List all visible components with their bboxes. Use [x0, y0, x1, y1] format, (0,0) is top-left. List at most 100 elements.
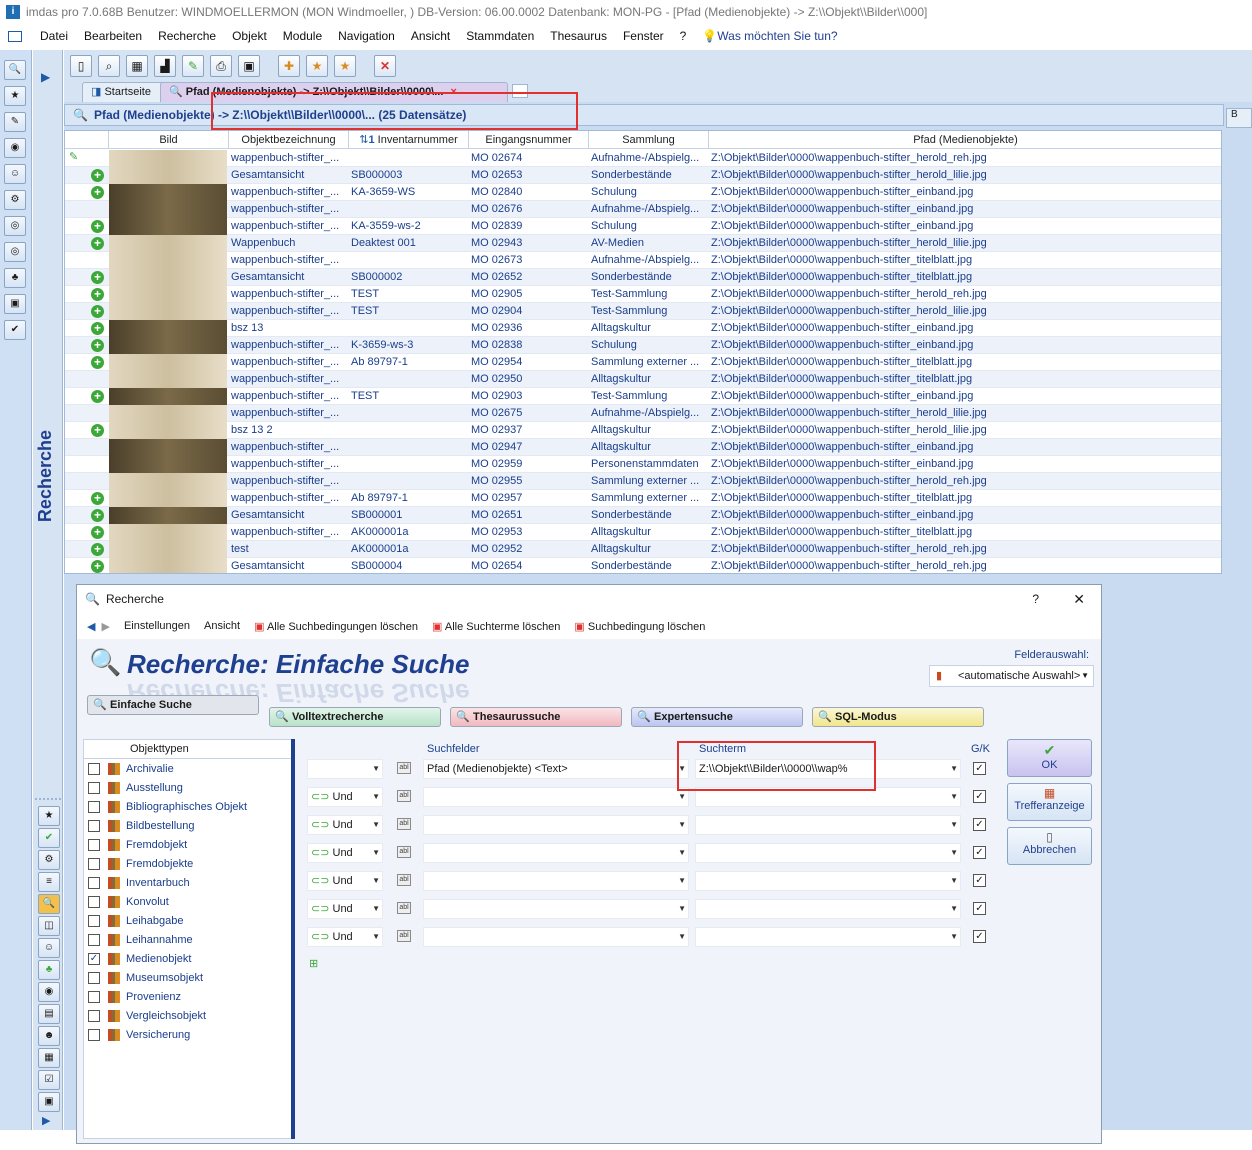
expand-plus-icon[interactable]: +	[91, 424, 104, 437]
object-type-checkbox[interactable]	[88, 972, 100, 984]
search-field-dropdown[interactable]: ▼	[423, 815, 689, 835]
checklist-icon[interactable]: ✔	[4, 320, 26, 340]
expand-plus-icon[interactable]: +	[91, 322, 104, 335]
back-icon[interactable]: ◀	[87, 620, 95, 633]
mode-thesaurussuche[interactable]: 🔍 Thesaurussuche	[450, 707, 622, 727]
object-type-checkbox[interactable]	[88, 782, 100, 794]
table-row[interactable]: + test AK000001a MO 02952 Alltagskultur Z:\Ob…	[65, 541, 1221, 558]
object-type-item[interactable]: Konvolut	[84, 893, 292, 912]
table-row[interactable]: wappenbuch-stifter_... MO 02947 Alltagskul…	[65, 439, 1221, 456]
new-icon[interactable]: ▯	[70, 55, 92, 77]
dialog-help-button[interactable]: ?	[1032, 592, 1039, 606]
document-icon[interactable]: ▦	[38, 1048, 60, 1068]
search-term-input[interactable]: Z:\\Objekt\\Bilder\\0000\\wap% ▼	[695, 759, 961, 779]
tab-result[interactable]: 🔍 Pfad (Medienobjekte) -> Z:\\Objekt\\Bi…	[160, 82, 508, 102]
users-icon[interactable]: ☺	[4, 164, 26, 184]
case-sensitive-checkbox[interactable]: ✓	[973, 874, 986, 887]
object-type-item[interactable]: Inventarbuch	[84, 874, 292, 893]
operator-dropdown[interactable]: ▼	[307, 759, 383, 779]
search-term-input[interactable]: ▼	[695, 871, 961, 891]
expand-plus-icon[interactable]: +	[91, 339, 104, 352]
field-type-icon[interactable]: abl	[397, 874, 411, 886]
field-type-icon[interactable]: abl	[397, 818, 411, 830]
col-header-eingangsnummer[interactable]: Eingangsnummer	[469, 131, 589, 149]
menu-datei[interactable]: Datei	[32, 29, 76, 43]
table-row[interactable]: + wappenbuch-stifter_... Ab 89797-1 MO 0295…	[65, 490, 1221, 507]
menu-thesaurus[interactable]: Thesaurus	[542, 29, 615, 43]
col-header-sammlung[interactable]: Sammlung	[589, 131, 709, 149]
field-selection-dropdown[interactable]: ▮ <automatische Auswahl> ▼	[929, 665, 1094, 687]
help-prompt[interactable]: 💡Was möchten Sie tun?	[694, 29, 845, 43]
field-type-icon[interactable]: abl	[397, 902, 411, 914]
expand-plus-icon[interactable]: +	[91, 271, 104, 284]
expand-plus-icon[interactable]: +	[91, 543, 104, 556]
object-type-item[interactable]: Leihannahme	[84, 931, 292, 950]
operator-dropdown[interactable]: ⊂⊃ Und ▼	[307, 871, 383, 891]
tab-startseite[interactable]: ◨ Startseite	[82, 82, 170, 102]
add-folder-icon[interactable]: ✚	[278, 55, 300, 77]
search-field-dropdown[interactable]: ▼	[423, 927, 689, 947]
search-term-input[interactable]: ▼	[695, 899, 961, 919]
expand-plus-icon[interactable]: +	[91, 169, 104, 182]
target-icon[interactable]: ◎	[4, 242, 26, 262]
table-row[interactable]: + bsz 13 MO 02936 Alltagskultur Z:\Objekt\Bi…	[65, 320, 1221, 337]
object-type-item[interactable]: Bildbestellung	[84, 817, 292, 836]
operator-dropdown[interactable]: ⊂⊃ Und ▼	[307, 843, 383, 863]
table-row[interactable]: wappenbuch-stifter_... MO 02950 Alltagskul…	[65, 371, 1221, 388]
image-icon[interactable]: ▣	[4, 294, 26, 314]
play-icon[interactable]: ▶	[42, 1114, 50, 1127]
expand-arrow-icon[interactable]: ▶	[41, 70, 50, 84]
delete-condition-button[interactable]: ▣ Suchbedingung löschen	[574, 620, 705, 633]
expand-plus-icon[interactable]: +	[91, 560, 104, 573]
table-row[interactable]: + Wappenbuch Deaktest 001 MO 02943 AV-Medien…	[65, 235, 1221, 252]
field-type-icon[interactable]: abl	[397, 790, 411, 802]
col-header-objektbezeichnung[interactable]: Objektbezeichnung	[229, 131, 349, 149]
object-type-item[interactable]: Vergleichsobjekt	[84, 1007, 292, 1026]
save-icon[interactable]: ▣	[238, 55, 260, 77]
expand-plus-icon[interactable]: +	[91, 220, 104, 233]
expand-plus-icon[interactable]: +	[91, 186, 104, 199]
table-row[interactable]: + wappenbuch-stifter_... Ab 89797-1 MO 0295…	[65, 354, 1221, 371]
object-type-checkbox[interactable]	[88, 858, 100, 870]
table-row[interactable]: wappenbuch-stifter_... MO 02959 Personenst…	[65, 456, 1221, 473]
object-type-item[interactable]: ✓ Medienobjekt	[84, 950, 292, 969]
edit-icon[interactable]: ✎	[4, 112, 26, 132]
ok-button[interactable]: ✔ OK	[1007, 739, 1092, 777]
folder-star-icon[interactable]: ★	[334, 55, 356, 77]
object-type-item[interactable]: Leihabgabe	[84, 912, 292, 931]
search-tool-icon[interactable]: ⌕	[98, 55, 120, 77]
menu-module[interactable]: Module	[275, 29, 330, 43]
mode-volltextrecherche[interactable]: 🔍 Volltextrecherche	[269, 707, 441, 727]
delete-icon[interactable]: ✕	[374, 55, 396, 77]
new-tab-icon[interactable]	[512, 84, 528, 98]
col-header-inventarnummer[interactable]: ⇅1 Inventarnummer	[349, 131, 469, 149]
table-row[interactable]: wappenbuch-stifter_... MO 02673 Aufnahme-/…	[65, 252, 1221, 269]
object-type-checkbox[interactable]	[88, 915, 100, 927]
star-icon[interactable]: ★	[38, 806, 60, 826]
table-row[interactable]: wappenbuch-stifter_... MO 02675 Aufnahme-/…	[65, 405, 1221, 422]
table-row[interactable]: + wappenbuch-stifter_... AK000001a MO 02953…	[65, 524, 1221, 541]
expand-plus-icon[interactable]: +	[91, 509, 104, 522]
case-sensitive-checkbox[interactable]: ✓	[973, 818, 986, 831]
object-type-checkbox[interactable]	[88, 820, 100, 832]
print-icon[interactable]: ⎙	[210, 55, 232, 77]
object-type-checkbox[interactable]: ✓	[88, 953, 100, 965]
object-type-item[interactable]: Ausstellung	[84, 779, 292, 798]
folder-edit-icon[interactable]: ★	[306, 55, 328, 77]
mode-sql[interactable]: 🔍 SQL-Modus	[812, 707, 984, 727]
list-icon[interactable]: ≡	[38, 872, 60, 892]
right-panel-tab[interactable]: B	[1226, 108, 1252, 128]
chart-icon[interactable]: ▟	[154, 55, 176, 77]
object-type-item[interactable]: Provenienz	[84, 988, 292, 1007]
field-type-icon[interactable]: abl	[397, 762, 411, 774]
recherche-icon[interactable]: 🔍	[38, 894, 60, 914]
folder-icon[interactable]: ★	[4, 86, 26, 106]
table-row[interactable]: wappenbuch-stifter_... MO 02955 Sammlung e…	[65, 473, 1221, 490]
object-type-item[interactable]: Museumsobjekt	[84, 969, 292, 988]
search-field-dropdown[interactable]: ▼	[423, 871, 689, 891]
search-field-dropdown[interactable]: Pfad (Medienobjekte) <Text> ▼	[423, 759, 689, 779]
dialog-close-button[interactable]: ✕	[1073, 591, 1085, 608]
person-icon[interactable]: ☺	[38, 938, 60, 958]
table-row[interactable]: + wappenbuch-stifter_... TEST MO 02903 Test-…	[65, 388, 1221, 405]
object-type-checkbox[interactable]	[88, 801, 100, 813]
